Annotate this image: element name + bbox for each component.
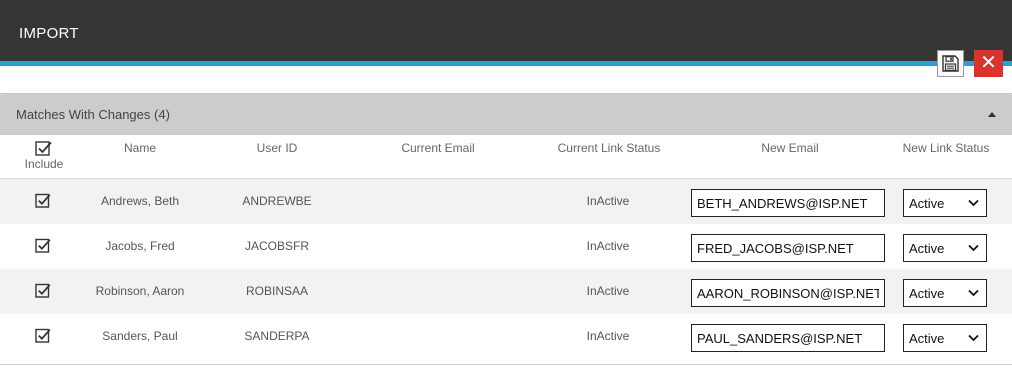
column-header-current-link-status[interactable]: Current Link Status	[540, 141, 678, 155]
column-header-user-id[interactable]: User ID	[227, 141, 327, 155]
new-link-status-value: Active	[909, 196, 945, 211]
cell-current-link-status: InActive	[586, 329, 630, 343]
cell-user-id: ROBINSAA	[245, 284, 308, 298]
column-header-current-email[interactable]: Current Email	[368, 141, 508, 155]
dialog-title: IMPORT	[19, 25, 79, 42]
new-email-field[interactable]	[691, 279, 885, 307]
new-link-status-value: Active	[909, 286, 945, 301]
include-all-checkbox[interactable]	[35, 140, 53, 157]
new-link-status-value: Active	[909, 331, 945, 346]
close-button[interactable]: ✕	[974, 50, 1003, 77]
save-button[interactable]	[937, 50, 964, 77]
column-header-new-link-status[interactable]: New Link Status	[890, 141, 1002, 155]
table-bottom-border	[0, 364, 1012, 370]
cell-name: Sanders, Paul	[102, 329, 178, 343]
new-link-status-select[interactable]: Active	[903, 189, 987, 217]
include-checkbox[interactable]	[35, 283, 51, 299]
column-header-include: Include	[24, 157, 64, 171]
toolbar	[0, 66, 1012, 94]
include-all-checkbox-header[interactable]: Include	[18, 140, 70, 171]
new-email-field[interactable]	[691, 189, 885, 217]
cell-user-id: ANDREWBE	[242, 194, 312, 208]
table-row: Robinson, Aaron ROBINSAA InActive Active	[0, 269, 1012, 314]
table-row: Jacobs, Fred JACOBSFR InActive Active	[0, 224, 1012, 269]
cell-name: Robinson, Aaron	[95, 284, 185, 298]
chevron-down-icon	[968, 199, 979, 207]
section-header[interactable]: Matches With Changes (4)	[0, 95, 1012, 135]
cell-user-id: JACOBSFR	[244, 239, 309, 253]
dialog-header: IMPORT	[0, 0, 1012, 61]
new-link-status-select[interactable]: Active	[903, 324, 987, 352]
table-row: Sanders, Paul SANDERPA InActive Active	[0, 314, 1012, 359]
cell-current-link-status: InActive	[586, 239, 630, 253]
include-checkbox[interactable]	[35, 328, 51, 344]
include-checkbox[interactable]	[35, 238, 51, 254]
new-email-field[interactable]	[691, 234, 885, 262]
chevron-down-icon	[968, 244, 979, 252]
new-link-status-value: Active	[909, 241, 945, 256]
new-email-field[interactable]	[691, 324, 885, 352]
column-header-new-email[interactable]: New Email	[720, 141, 860, 155]
new-link-status-select[interactable]: Active	[903, 279, 987, 307]
section-title: Matches With Changes (4)	[16, 107, 170, 122]
cell-current-link-status: InActive	[586, 194, 630, 208]
close-icon: ✕	[980, 52, 997, 74]
save-icon	[942, 55, 959, 72]
cell-current-link-status: InActive	[586, 284, 630, 298]
include-checkbox[interactable]	[35, 193, 51, 209]
collapse-icon[interactable]	[988, 112, 996, 117]
cell-name: Jacobs, Fred	[105, 239, 175, 253]
new-link-status-select[interactable]: Active	[903, 234, 987, 262]
column-header-name[interactable]: Name	[90, 141, 190, 155]
table-row: Andrews, Beth ANDREWBE InActive Active	[0, 179, 1012, 224]
chevron-down-icon	[968, 289, 979, 297]
cell-name: Andrews, Beth	[100, 194, 180, 208]
chevron-down-icon	[968, 334, 979, 342]
cell-user-id: SANDERPA	[244, 329, 310, 343]
